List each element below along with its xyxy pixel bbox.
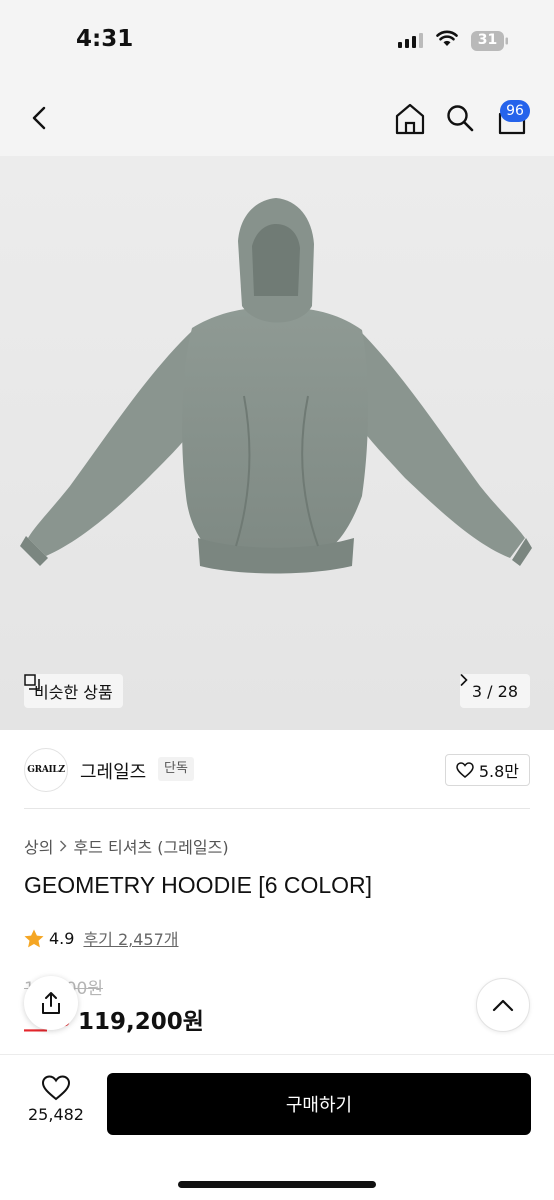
breadcrumb: 상의 후드 티셔츠 (그레일즈) (24, 834, 229, 858)
bottom-action-bar: 25,482 구매하기 (0, 1054, 554, 1200)
breadcrumb-category[interactable]: 상의 (24, 834, 53, 858)
scroll-top-button[interactable] (476, 978, 530, 1032)
product-image (20, 198, 532, 574)
battery-icon: 31 (471, 31, 508, 51)
product-image-carousel[interactable]: 비슷한 상품 3 / 28 (0, 156, 554, 730)
heart-icon (456, 762, 474, 778)
image-page-indicator[interactable]: 3 / 28 (459, 674, 530, 708)
signal-icon (398, 33, 423, 48)
similar-products-button[interactable]: 비슷한 상품 (24, 674, 123, 708)
similar-products-label: 비슷한 상품 (34, 683, 113, 702)
copy-icon (24, 674, 40, 690)
status-time: 4:31 (76, 26, 134, 52)
sale-price: 119,200원 (78, 1009, 204, 1035)
breadcrumb-subcategory[interactable]: 후드 티셔츠 (그레일즈) (73, 834, 228, 858)
star-icon (24, 929, 44, 947)
status-bar: 4:31 31 (0, 0, 554, 80)
chevron-right-icon (60, 840, 67, 852)
exclusive-badge: 단독 (158, 757, 194, 781)
divider (24, 808, 530, 809)
home-indicator (178, 1181, 376, 1188)
brand-like-count: 5.8만 (478, 762, 519, 781)
heart-icon (41, 1075, 71, 1101)
wifi-icon (436, 30, 458, 46)
share-button[interactable] (24, 976, 78, 1030)
top-nav: 96 (0, 80, 554, 156)
brand-like-button[interactable]: 5.8만 (444, 754, 530, 786)
search-icon[interactable] (444, 102, 476, 134)
brand-logo-text: GRAILZ (27, 765, 65, 775)
review-link[interactable]: 후기 2,457개 (83, 926, 178, 950)
page-indicator-text: 3 / 28 (471, 681, 518, 701)
brand-logo[interactable]: GRAILZ (24, 748, 68, 792)
chevron-right-icon (460, 674, 468, 686)
back-icon[interactable] (24, 102, 56, 134)
brand-name[interactable]: 그레일즈 (80, 758, 146, 784)
battery-level: 31 (477, 32, 498, 48)
cart-count-badge: 96 (500, 100, 530, 122)
chevron-up-icon (492, 999, 514, 1012)
buy-button[interactable]: 구매하기 (107, 1073, 531, 1135)
wishlist-count: 25,482 (28, 1105, 84, 1124)
share-icon (42, 992, 60, 1014)
rating-value: 4.9 (49, 928, 75, 948)
wishlist-button[interactable]: 25,482 (22, 1075, 90, 1135)
product-title: GEOMETRY HOODIE [6 COLOR] (24, 872, 373, 898)
rating-row: 4.9 후기 2,457개 (24, 926, 179, 950)
home-icon[interactable] (394, 102, 426, 136)
brand-row: GRAILZ 그레일즈 단독 5.8만 (24, 746, 530, 794)
